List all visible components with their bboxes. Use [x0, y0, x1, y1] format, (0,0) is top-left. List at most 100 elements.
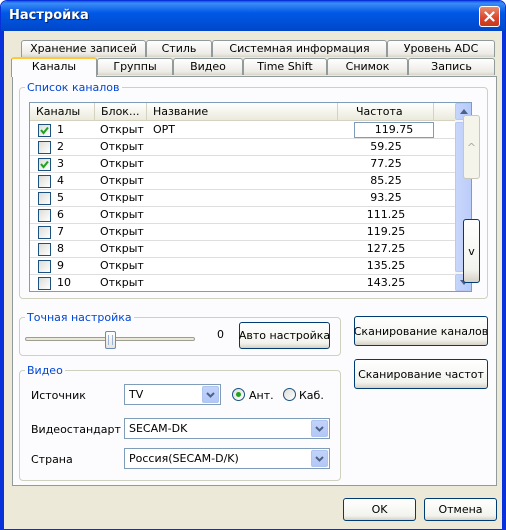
channel-name [153, 224, 333, 240]
channel-frequency: 77.25 [370, 157, 402, 170]
channel-block-status: Открыт [100, 157, 144, 170]
country-dropdown-button[interactable] [311, 450, 328, 467]
channel-block-status: Открыт [100, 208, 144, 221]
country-label: Страна [31, 453, 73, 466]
video-group-label: Видео [27, 364, 63, 377]
table-row[interactable]: 9 Открыт 135.25 [30, 258, 455, 275]
table-row[interactable]: 3 Открыт 77.25 [30, 156, 455, 173]
channel-enabled-checkbox[interactable] [38, 175, 51, 188]
cancel-button[interactable]: Отмена [424, 498, 497, 521]
move-down-button[interactable]: v [463, 219, 480, 283]
cable-radio[interactable] [283, 388, 296, 401]
source-label: Источник [31, 389, 86, 402]
channel-name: ОРТ [153, 123, 176, 136]
video-standard-dropdown-button[interactable] [311, 420, 328, 437]
channel-number: 7 [57, 225, 64, 238]
table-row[interactable]: 6 Открыт 111.25 [30, 207, 455, 224]
frequency-edit-field[interactable]: 119.75 [354, 122, 434, 138]
source-dropdown-button[interactable] [202, 386, 219, 403]
channel-block-status: Открыт [100, 123, 144, 136]
table-row[interactable]: 8 Открыт 127.25 [30, 241, 455, 258]
channel-enabled-checkbox[interactable] [38, 260, 51, 273]
channel-number: 9 [57, 259, 64, 272]
channel-number: 3 [57, 157, 64, 170]
video-standard-select[interactable]: SECAM-DK [124, 418, 330, 439]
chevron-down-icon [315, 455, 324, 462]
channel-block-status: Открыт [100, 276, 144, 289]
channel-number: 1 [57, 123, 64, 136]
channel-name [153, 190, 333, 206]
video-standard-value: SECAM-DK [129, 422, 188, 435]
antenna-label: Ант. [249, 389, 274, 402]
chevron-down-icon [315, 425, 324, 432]
source-select[interactable]: TV [124, 384, 221, 405]
channel-enabled-checkbox[interactable] [38, 192, 51, 205]
scan-frequencies-button[interactable]: Сканирование частот [354, 359, 488, 389]
table-row[interactable]: 7 Открыт 119.25 [30, 224, 455, 241]
antenna-radio-dot [236, 392, 241, 397]
channel-name [153, 258, 333, 274]
country-value: Россия(SECAM-D/K) [129, 452, 239, 465]
country-select[interactable]: Россия(SECAM-D/K) [124, 448, 330, 469]
channel-name [153, 139, 333, 155]
column-header-extra [434, 103, 455, 121]
channel-name [153, 173, 333, 189]
channel-enabled-checkbox[interactable] [38, 124, 51, 137]
checkmark-icon [40, 126, 49, 135]
channel-frequency: 93.25 [370, 191, 402, 204]
channel-frequency: 135.25 [366, 259, 406, 272]
source-value: TV [129, 388, 144, 401]
table-row[interactable]: 5 Открыт 93.25 [30, 190, 455, 207]
channel-list-header: Каналы Блок... Название Частота [30, 103, 455, 121]
scan-channels-button[interactable]: Сканирование каналов [354, 316, 488, 346]
channel-enabled-checkbox[interactable] [38, 209, 51, 222]
column-header-frequency[interactable]: Частота [338, 103, 434, 121]
channel-frequency: 111.25 [366, 208, 406, 221]
chevron-down-icon [206, 391, 215, 398]
table-row[interactable]: 2 Открыт 59.25 [30, 139, 455, 156]
channel-block-status: Открыт [100, 174, 144, 187]
channel-frequency: 119.25 [366, 225, 406, 238]
channel-list[interactable]: Каналы Блок... Название Частота 1 Открыт О… [29, 102, 472, 292]
channel-number: 6 [57, 208, 64, 221]
fine-tune-value: 0 [217, 328, 224, 341]
channel-name [153, 241, 333, 257]
channel-number: 8 [57, 242, 64, 255]
channel-enabled-checkbox[interactable] [38, 243, 51, 256]
channel-number: 4 [57, 174, 64, 187]
channel-frequency: 59.25 [370, 140, 402, 153]
ok-button[interactable]: OK [343, 498, 416, 521]
checkmark-icon [40, 160, 49, 169]
column-header-channels[interactable]: Каналы [30, 103, 95, 121]
column-header-name[interactable]: Название [147, 103, 338, 121]
channel-number: 2 [57, 140, 64, 153]
channel-enabled-checkbox[interactable] [38, 277, 51, 290]
settings-dialog: Настройка Хранение записей Стиль Системн… [0, 0, 506, 530]
fine-tune-group-label: Точная настройка [27, 311, 132, 324]
channel-enabled-checkbox[interactable] [38, 158, 51, 171]
table-row[interactable]: 10 Открыт 143.25 [30, 275, 455, 291]
fine-tune-slider-thumb[interactable] [105, 331, 116, 349]
channel-block-status: Открыт [100, 140, 144, 153]
table-row[interactable]: 1 Открыт ОРТ 119.75 [30, 122, 455, 139]
cable-label: Каб. [299, 389, 324, 402]
channel-enabled-checkbox[interactable] [38, 226, 51, 239]
channel-block-status: Открыт [100, 259, 144, 272]
video-standard-label: Видеостандарт [31, 423, 121, 436]
channel-name [153, 207, 333, 223]
channel-number: 10 [57, 276, 71, 289]
antenna-radio[interactable] [232, 388, 245, 401]
channel-block-status: Открыт [100, 242, 144, 255]
auto-tune-button[interactable]: Авто настройка [239, 322, 330, 349]
channel-number: 5 [57, 191, 64, 204]
channel-frequency: 127.25 [366, 242, 406, 255]
channel-list-group-label: Список каналов [27, 81, 120, 94]
channel-block-status: Открыт [100, 225, 144, 238]
channel-enabled-checkbox[interactable] [38, 141, 51, 154]
column-header-block[interactable]: Блок... [95, 103, 147, 121]
move-up-button[interactable]: ^ [463, 115, 480, 179]
channel-frequency: 143.25 [366, 276, 406, 289]
channel-name [153, 275, 333, 291]
channel-name [153, 156, 333, 172]
table-row[interactable]: 4 Открыт 85.25 [30, 173, 455, 190]
